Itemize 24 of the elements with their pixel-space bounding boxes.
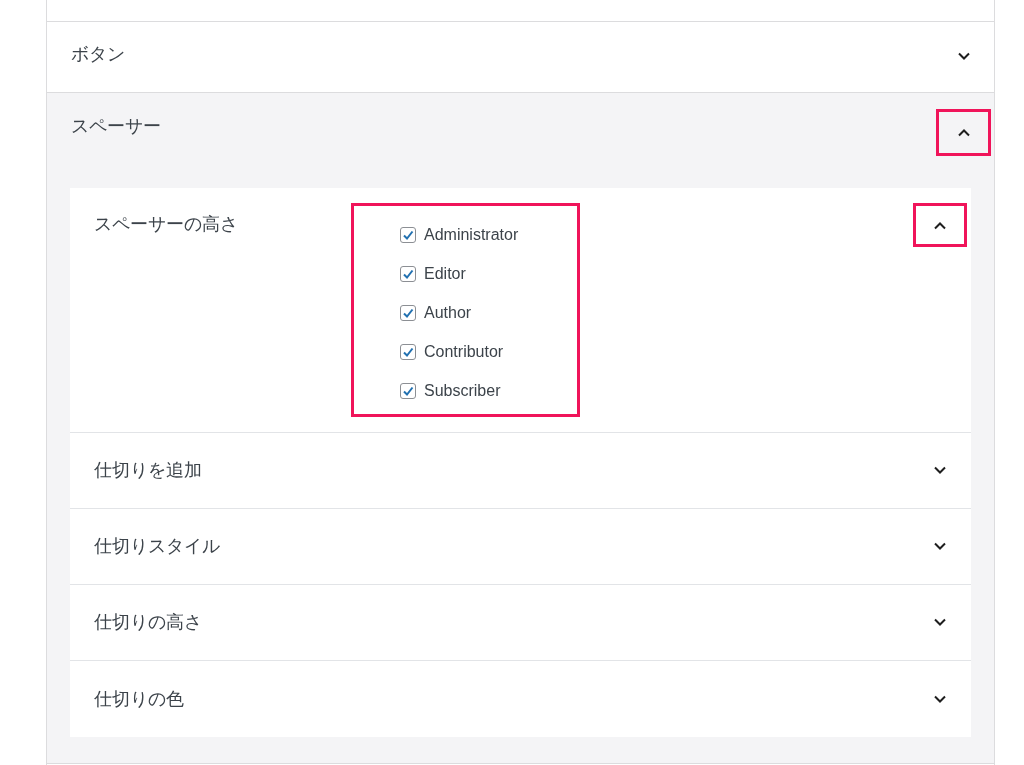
checkbox[interactable] xyxy=(400,304,416,321)
checkmark-icon xyxy=(402,345,414,358)
checkbox[interactable] xyxy=(400,343,416,360)
checkbox[interactable] xyxy=(400,382,416,399)
role-label: Author xyxy=(424,302,472,323)
checkmark-icon xyxy=(402,306,414,319)
setting-title: 仕切りの色 xyxy=(94,687,184,711)
checkmark-icon xyxy=(402,228,414,241)
setting-title: 仕切りの高さ xyxy=(94,611,202,634)
role-label: Contributor xyxy=(424,341,504,362)
checkbox[interactable] xyxy=(400,265,416,282)
role-label: Editor xyxy=(424,263,466,284)
checkmark-icon xyxy=(402,267,414,280)
checkbox[interactable] xyxy=(400,226,416,243)
setting-title: スペーサーの高さ xyxy=(94,213,239,236)
toggle-button[interactable] xyxy=(913,203,967,247)
section-title: ボタン xyxy=(71,42,125,66)
setting-title: 仕切りを追加 xyxy=(94,459,202,482)
checkmark-icon xyxy=(402,384,414,397)
toggle-button[interactable] xyxy=(936,109,991,156)
role-label: Subscriber xyxy=(424,380,501,401)
setting-title: 仕切りスタイル xyxy=(94,535,220,558)
section-title: スペーサー xyxy=(71,115,161,138)
role-label: Administrator xyxy=(424,224,519,245)
